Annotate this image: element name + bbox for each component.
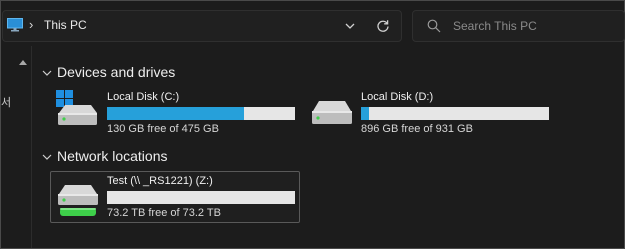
group-header-devices[interactable]: Devices and drives: [57, 64, 175, 80]
group-header-network[interactable]: Network locations: [57, 148, 168, 164]
free-space-c: 130 GB free of 475 GB: [107, 123, 219, 135]
network-drive-icon: [58, 185, 98, 216]
search-input[interactable]: Search This PC: [453, 19, 537, 33]
address-bar[interactable]: › This PC: [2, 10, 402, 42]
free-space-z: 73.2 TB free of 73.2 TB: [107, 207, 221, 219]
free-space-d: 896 GB free of 931 GB: [361, 123, 473, 135]
usage-fill-c: [107, 107, 245, 120]
search-icon: [427, 19, 441, 33]
windows-drive-icon: [56, 90, 97, 125]
chevron-right-icon[interactable]: ›: [29, 17, 33, 32]
hard-drive-icon: [312, 101, 352, 124]
explorer-window: › This PC Search This PC 서 Devices and d…: [0, 0, 625, 249]
computer-icon: [7, 18, 23, 32]
chevron-down-icon[interactable]: [42, 152, 52, 162]
drive-name-c: Local Disk (C:): [107, 91, 180, 103]
nav-item-fragment[interactable]: 서: [1, 94, 11, 110]
refresh-icon[interactable]: [374, 17, 392, 35]
chevron-down-icon[interactable]: [341, 17, 359, 35]
breadcrumb-this-pc[interactable]: This PC: [44, 18, 87, 32]
drive-name-d: Local Disk (D:): [361, 91, 434, 103]
chevron-down-icon[interactable]: [42, 68, 52, 78]
drive-name-z: Test (\\ _RS1221) (Z:): [107, 175, 213, 187]
usage-fill-d: [361, 107, 369, 120]
navigation-pane: 서: [1, 46, 32, 248]
drive-tile-z[interactable]: Test (\\ _RS1221) (Z:) 73.2 TB free of 7…: [50, 171, 300, 223]
usage-bar-c: [107, 107, 295, 120]
usage-bar-z: [107, 191, 295, 204]
usage-bar-d: [361, 107, 549, 120]
search-box[interactable]: Search This PC: [412, 10, 625, 42]
scroll-up-icon[interactable]: [19, 60, 27, 65]
